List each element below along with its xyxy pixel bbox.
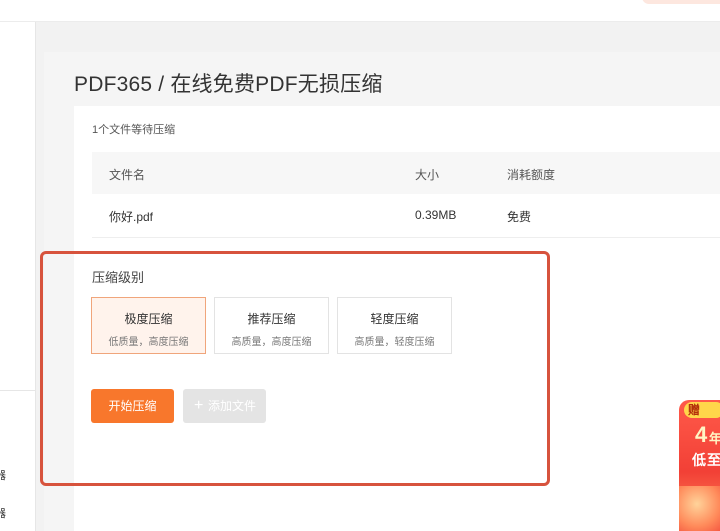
promo-tag: 赠 bbox=[684, 402, 720, 418]
level-name: 极度压缩 bbox=[124, 312, 173, 326]
level-name: 推荐压缩 bbox=[247, 312, 296, 326]
level-name: 轻度压缩 bbox=[370, 312, 419, 326]
file-status: 1个文件等待压缩 bbox=[92, 124, 176, 136]
sidebar-divider bbox=[0, 390, 36, 391]
start-compress-button[interactable]: 开始压缩 bbox=[91, 389, 174, 423]
level-description: 低质量，高度压缩 bbox=[108, 337, 189, 348]
plus-icon: + bbox=[194, 397, 204, 414]
top-bar-button[interactable] bbox=[642, 0, 720, 4]
level-description: 高质量，高度压缩 bbox=[231, 337, 312, 348]
level-recommended-option[interactable]: 推荐压缩 高质量，高度压缩 bbox=[214, 297, 329, 354]
sidebar bbox=[0, 22, 36, 531]
column-header-name: 文件名 bbox=[109, 168, 146, 182]
promo-graphic bbox=[679, 486, 720, 531]
top-bar bbox=[0, 0, 720, 22]
promo-text: 低至 bbox=[692, 452, 720, 468]
file-quota: 免费 bbox=[507, 210, 532, 224]
page-title: PDF365 / 在线免费PDF无损压缩 bbox=[74, 73, 383, 96]
add-file-label: 添加文件 bbox=[208, 399, 257, 413]
level-description: 高质量，轻度压缩 bbox=[354, 337, 435, 348]
promo-unit: 年 bbox=[709, 431, 720, 446]
level-light-option[interactable]: 轻度压缩 高质量，轻度压缩 bbox=[337, 297, 452, 354]
column-header-quota: 消耗额度 bbox=[507, 168, 556, 182]
level-extreme-option[interactable]: 极度压缩 低质量，高度压缩 bbox=[91, 297, 206, 354]
add-file-button[interactable]: + 添加文件 bbox=[183, 389, 266, 423]
column-header-size: 大小 bbox=[415, 168, 440, 182]
promo-badge[interactable]: 赠 4 年 低至 bbox=[679, 400, 720, 531]
file-name: 你好.pdf bbox=[109, 210, 154, 224]
promo-number: 4 bbox=[695, 422, 708, 447]
sidebar-item-label: 器 bbox=[0, 470, 6, 482]
file-size: 0.39MB bbox=[415, 208, 457, 222]
sidebar-item-label: 器 bbox=[0, 508, 6, 520]
compress-level-label: 压缩级别 bbox=[92, 270, 145, 285]
table-row: 你好.pdf 0.39MB 免费 bbox=[92, 194, 720, 238]
table-header: 文件名 大小 消耗额度 bbox=[92, 152, 720, 194]
